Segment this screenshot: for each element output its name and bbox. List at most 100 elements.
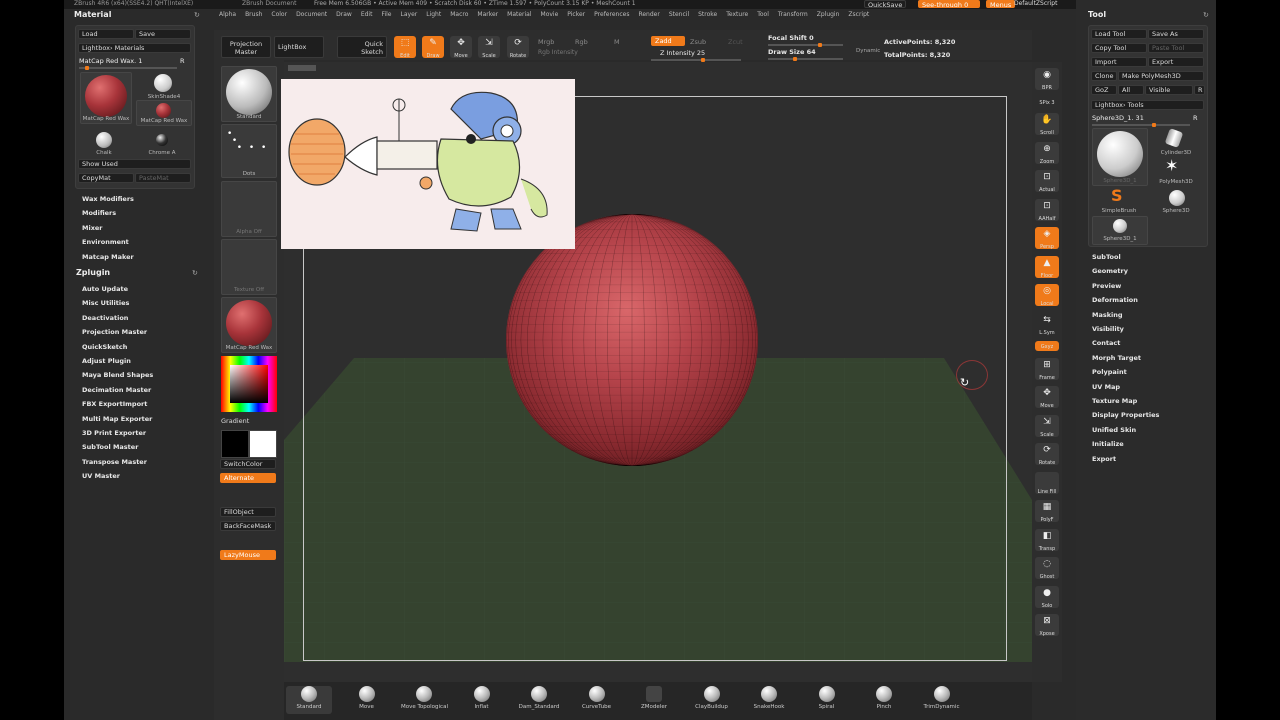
menu-brush[interactable]: Brush [245, 11, 262, 18]
menu-zplugin[interactable]: Zplugin [817, 11, 840, 18]
tool-menu-item-subtool[interactable]: SubTool [1092, 253, 1121, 261]
mrgb-button[interactable]: Mrgb [538, 38, 554, 46]
menu-picker[interactable]: Picker [567, 11, 585, 18]
refresh-icon[interactable]: ↻ [194, 11, 200, 19]
shelf-zoom-button[interactable]: ⊕ Zoom [1035, 141, 1059, 165]
shelf-move-button[interactable]: ✥ Move [1035, 386, 1059, 409]
menu-movie[interactable]: Movie [541, 11, 559, 18]
tool-thumb-sphere3d-1b[interactable]: Sphere3D_1 [1092, 216, 1148, 245]
zplugin-item-fbx-exportimport[interactable]: FBX ExportImport [82, 400, 147, 408]
brush-inflat[interactable]: Inflat [459, 686, 505, 714]
dynamic-toggle[interactable]: Dynamic [856, 48, 880, 54]
save-material-button[interactable]: Save [135, 29, 191, 39]
zplugin-refresh-icon[interactable]: ↻ [192, 269, 198, 277]
m-button[interactable]: M [614, 38, 620, 46]
tool-menu-item-deformation[interactable]: Deformation [1092, 296, 1138, 304]
material-thumb-redwax-small[interactable]: MatCap Red Wax [136, 100, 192, 126]
secondary-color-swatch[interactable] [221, 430, 249, 458]
menu-color[interactable]: Color [271, 11, 287, 18]
brush-curvetube[interactable]: CurveTube [574, 686, 620, 714]
menu-render[interactable]: Render [638, 11, 659, 18]
tool-menu-item-polypaint[interactable]: Polypaint [1092, 368, 1127, 376]
menus-button[interactable]: Menus [986, 0, 1016, 8]
tool-r-button[interactable]: R [1193, 114, 1198, 122]
menu-draw[interactable]: Draw [336, 11, 352, 18]
switchcolor-button[interactable]: SwitchColor [220, 459, 276, 469]
copy-tool-button[interactable]: Copy Tool [1091, 43, 1147, 53]
import-button[interactable]: Import [1091, 57, 1147, 67]
material-thumb-redwax[interactable]: MatCap Red Wax [80, 72, 132, 124]
menu-macro[interactable]: Macro [450, 11, 468, 18]
shelf-local-button[interactable]: ◎ Local [1035, 284, 1059, 307]
pastemat-button[interactable]: PasteMat [135, 173, 191, 183]
menu-edit[interactable]: Edit [361, 11, 373, 18]
zplugin-item-transpose-master[interactable]: Transpose Master [82, 458, 147, 466]
material-thumb-chalk[interactable] [96, 132, 112, 148]
clone-button[interactable]: Clone [1091, 71, 1117, 81]
tool-menu-item-masking[interactable]: Masking [1092, 311, 1123, 319]
zplugin-item-3d-print-exporter[interactable]: 3D Print Exporter [82, 429, 146, 437]
main-color-swatch[interactable] [249, 430, 277, 458]
tool-menu-item-contact[interactable]: Contact [1092, 339, 1120, 347]
move-mode-button[interactable]: ✥ Move [450, 36, 472, 59]
zplugin-item-quicksketch[interactable]: QuickSketch [82, 343, 127, 351]
alternate-button[interactable]: Alternate [220, 473, 276, 483]
lightbox-button[interactable]: LightBox [274, 36, 324, 58]
lightbox-tools-button[interactable]: Lightbox› Tools [1091, 100, 1204, 110]
shelf-persp-button[interactable]: ◈ Persp [1035, 227, 1059, 250]
draw-size-slider[interactable]: Draw Size 64 [768, 48, 816, 56]
brush-zmodeler[interactable]: ZModeler [631, 686, 677, 714]
stroke-thumb[interactable]: • • • • • Dots [221, 124, 277, 178]
tool-menu-item-texture-map[interactable]: Texture Map [1092, 397, 1137, 405]
tool-menu-item-visibility[interactable]: Visibility [1092, 325, 1124, 333]
shelf-ghost-button[interactable]: ◌ Ghost [1035, 557, 1059, 580]
zcut-button[interactable]: Zcut [728, 38, 743, 46]
zplugin-item-projection-master[interactable]: Projection Master [82, 328, 147, 336]
scale-mode-button[interactable]: ⇲ Scale [478, 36, 500, 59]
shelf-polyf-button[interactable]: ▦ PolyF [1035, 500, 1059, 523]
zadd-button[interactable]: Zadd [651, 36, 685, 46]
goz-r-button[interactable]: R [1194, 85, 1205, 95]
zplugin-item-adjust-plugin[interactable]: Adjust Plugin [82, 357, 131, 365]
menu-item-wax-modifiers[interactable]: Wax Modifiers [82, 195, 134, 203]
zplugin-item-multi-map-exporter[interactable]: Multi Map Exporter [82, 415, 152, 423]
rgb-intensity-slider[interactable]: Rgb Intensity [538, 49, 578, 56]
zplugin-item-deactivation[interactable]: Deactivation [82, 314, 128, 322]
tool-menu-item-initialize[interactable]: Initialize [1092, 440, 1124, 448]
menu-stroke[interactable]: Stroke [698, 11, 717, 18]
tool-panel-title[interactable]: Tool [1088, 10, 1106, 19]
reference-image[interactable] [281, 79, 575, 249]
color-picker[interactable] [221, 356, 277, 412]
shelf-gxyz-button[interactable]: Gxyz [1035, 341, 1059, 351]
menu-item-mixer[interactable]: Mixer [82, 224, 103, 232]
shelf-rotate-button[interactable]: ⟳ Rotate [1035, 443, 1059, 466]
menu-zscript[interactable]: Zscript [848, 11, 869, 18]
tool-menu-item-geometry[interactable]: Geometry [1092, 267, 1128, 275]
shelf-spix-3-button[interactable]: SPix 3 [1035, 97, 1059, 107]
zplugin-item-subtool-master[interactable]: SubTool Master [82, 443, 138, 451]
brush-snakehook[interactable]: SnakeHook [746, 686, 792, 714]
menu-marker[interactable]: Marker [477, 11, 498, 18]
backfacemask-button[interactable]: BackFaceMask [220, 521, 276, 531]
alpha-thumb[interactable]: Alpha Off [221, 181, 277, 237]
simplebrush-icon[interactable]: S [1111, 186, 1123, 205]
quicksave-button[interactable]: QuickSave [864, 0, 907, 8]
material-shelf-thumb[interactable]: MatCap Red Wax [221, 297, 277, 353]
show-used-button[interactable]: Show Used [78, 159, 191, 169]
menu-transform[interactable]: Transform [778, 11, 808, 18]
edit-mode-button[interactable]: ⬚ Edit [394, 36, 416, 59]
load-tool-button[interactable]: Load Tool [1091, 29, 1147, 39]
brush-move[interactable]: Move [344, 686, 390, 714]
material-panel-title[interactable]: Material [74, 10, 111, 19]
menu-item-matcap-maker[interactable]: Matcap Maker [82, 253, 134, 261]
quick-sketch-button[interactable]: Quick Sketch [337, 36, 387, 58]
gradient-toggle[interactable]: Gradient [221, 417, 249, 425]
menu-file[interactable]: File [381, 11, 391, 18]
menu-alpha[interactable]: Alpha [219, 11, 236, 18]
brush-trimdynamic[interactable]: TrimDynamic [919, 686, 965, 714]
menu-texture[interactable]: Texture [726, 11, 748, 18]
tool-thumb-sphere3d[interactable] [1169, 190, 1185, 206]
tool-menu-item-preview[interactable]: Preview [1092, 282, 1121, 290]
menu-tool[interactable]: Tool [757, 11, 769, 18]
see-through-slider[interactable]: See-through 0 [918, 0, 980, 8]
